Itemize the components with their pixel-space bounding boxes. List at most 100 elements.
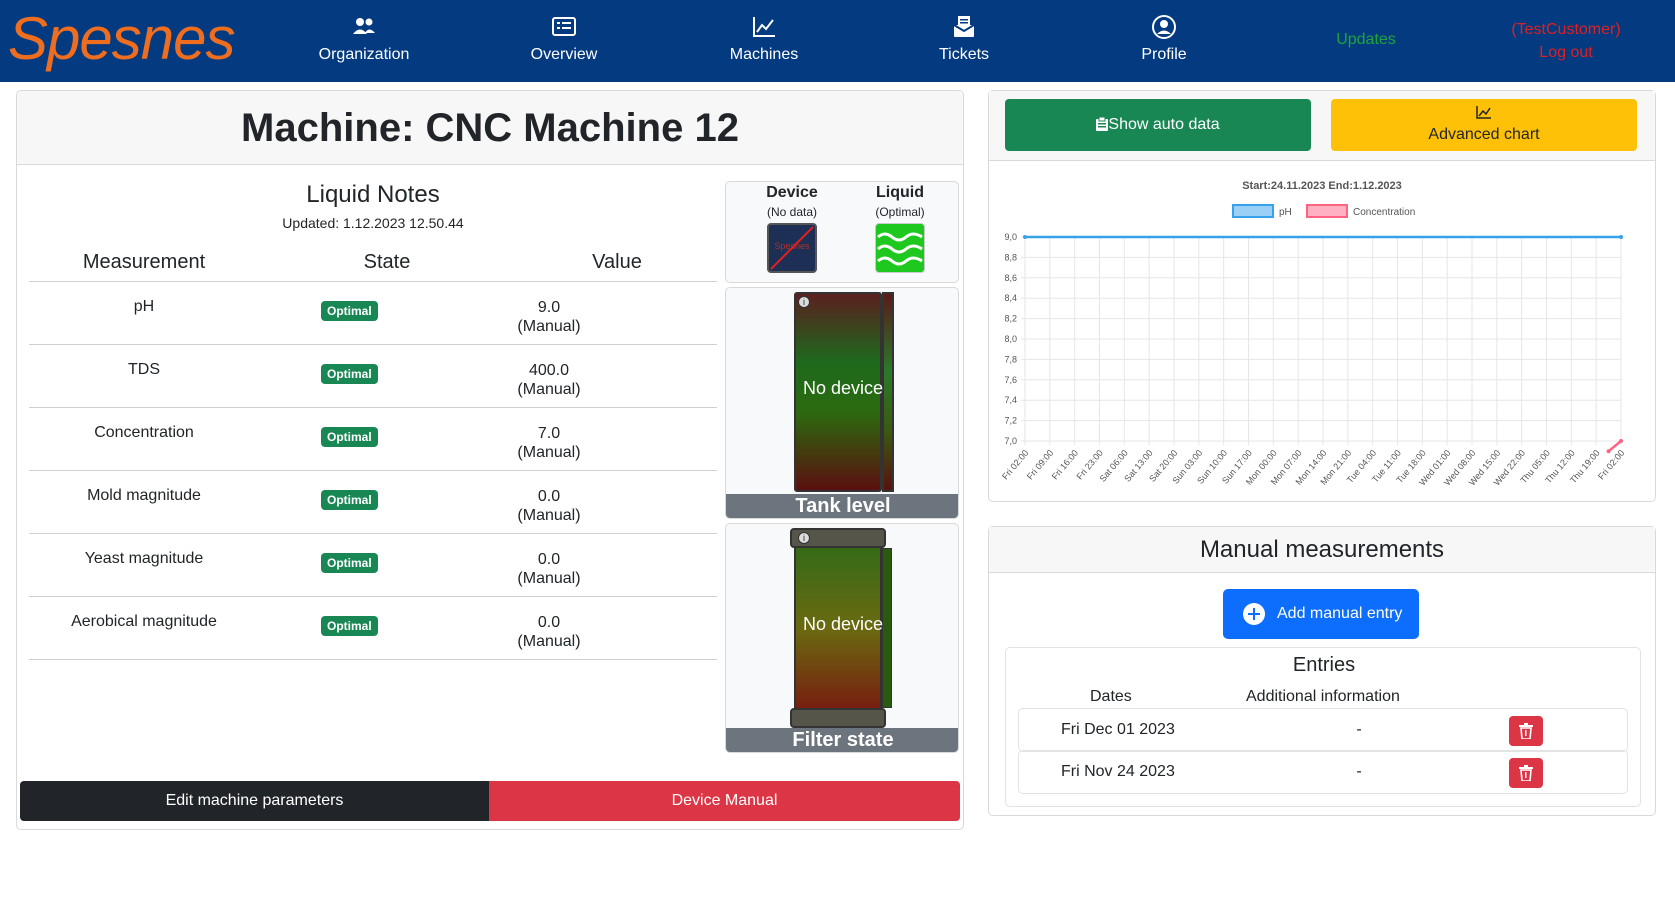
device-manual-button[interactable]: Device Manual <box>489 781 960 821</box>
col-value: Value <box>592 251 642 273</box>
tank-level-label: Tank level <box>726 494 958 518</box>
legend-swatch <box>1232 204 1274 218</box>
chart-card: Show auto data Advanced chart Start:24.1… <box>988 90 1656 502</box>
device-liquid-panel: Device (No data) Spesnes Liquid (Optimal… <box>725 181 959 283</box>
filter-state-label: Filter state <box>726 728 958 752</box>
liquid-notes-title: Liquid Notes <box>306 181 440 208</box>
logout-link[interactable]: Log out <box>1486 41 1646 64</box>
y-tick-label: 7,8 <box>1004 354 1017 364</box>
plus-circle-icon <box>1243 603 1265 625</box>
nav-tickets-label: Tickets <box>938 46 990 63</box>
status-badge: Optimal <box>321 364 378 384</box>
table-row: Mold magnitude Optimal 0.0 (Manual) <box>29 470 717 533</box>
entry-date: Fri Dec 01 2023 <box>1061 721 1175 738</box>
value-source: (Manual) <box>517 570 581 587</box>
device-state: (No data) <box>766 205 818 219</box>
measurement-value: 400.0 <box>528 362 570 379</box>
entry-row: Fri Dec 01 2023 - <box>1018 708 1628 752</box>
value-source: (Manual) <box>517 381 581 398</box>
delete-entry-button[interactable] <box>1509 716 1543 746</box>
info-icon[interactable]: i <box>798 532 810 544</box>
status-badge: Optimal <box>321 553 378 573</box>
nav-organization-label: Organization <box>318 46 410 63</box>
clipboard-icon <box>1096 116 1109 131</box>
y-tick-label: 8,0 <box>1004 334 1017 344</box>
y-tick-label: 7,2 <box>1004 416 1017 426</box>
nav-overview[interactable]: Overview <box>494 14 634 64</box>
measurement-value: 0.0 <box>537 614 561 631</box>
entry-date: Fri Nov 24 2023 <box>1061 763 1175 780</box>
entry-info: - <box>1356 763 1362 780</box>
edit-machine-parameters-button[interactable]: Edit machine parameters <box>20 781 489 821</box>
device-status: Device (No data) Spesnes <box>742 184 842 273</box>
tank-level-panel: i No device Tank level <box>725 287 959 519</box>
entries-panel: Entries Dates Additional information Fri… <box>1005 647 1641 807</box>
machine-header: Machine: CNC Machine 12 <box>17 91 963 165</box>
col-dates: Dates <box>1090 688 1132 705</box>
col-additional-info: Additional information <box>1246 688 1400 705</box>
table-row: Concentration Optimal 7.0 (Manual) <box>29 407 717 470</box>
col-measurement: Measurement <box>82 251 206 273</box>
table-divider <box>29 659 717 660</box>
device-offline-icon[interactable]: Spesnes <box>767 223 817 273</box>
line-chart-icon <box>694 14 834 40</box>
measurement-name: pH <box>133 298 155 315</box>
advanced-chart-button[interactable]: Advanced chart <box>1331 99 1637 151</box>
list-card-icon <box>494 14 634 40</box>
y-tick-label: 8,6 <box>1004 273 1017 283</box>
device-title: Device <box>766 184 818 201</box>
entries-title: Entries <box>1292 654 1356 676</box>
nav-profile-label: Profile <box>1141 46 1187 63</box>
entry-row: Fri Nov 24 2023 - <box>1018 750 1628 794</box>
y-tick-label: 8,4 <box>1004 293 1017 303</box>
status-badge: Optimal <box>321 427 378 447</box>
measurement-value: 0.0 <box>537 551 561 568</box>
table-row: Yeast magnitude Optimal 0.0 (Manual) <box>29 533 717 596</box>
y-tick-label: 8,8 <box>1004 252 1017 262</box>
page-title: Machine: CNC Machine 12 <box>241 106 739 150</box>
data-point <box>1023 235 1027 239</box>
status-badge: Optimal <box>321 616 378 636</box>
filter-no-device: No device <box>802 614 884 634</box>
measurement-name: Yeast magnitude <box>84 550 204 567</box>
nav-user-block: (TestCustomer) Log out <box>1486 18 1646 64</box>
y-tick-label: 8,2 <box>1004 314 1017 324</box>
data-point <box>1606 449 1611 454</box>
info-icon[interactable]: i <box>798 296 810 308</box>
brand-logo[interactable]: Spesnes <box>8 4 235 73</box>
show-auto-data-label: Show auto data <box>1108 116 1220 133</box>
data-point <box>1619 235 1623 239</box>
value-source: (Manual) <box>517 507 581 524</box>
top-navbar: Spesnes Organization Overview Machines T… <box>0 0 1675 82</box>
users-icon <box>294 14 434 40</box>
status-badge: Optimal <box>321 490 378 510</box>
value-source: (Manual) <box>517 444 581 461</box>
nav-machines[interactable]: Machines <box>694 14 834 64</box>
add-manual-entry-button[interactable]: Add manual entry <box>1223 589 1419 639</box>
measurement-name: Concentration <box>94 424 194 441</box>
measurement-value: 0.0 <box>537 488 561 505</box>
y-tick-label: 7,4 <box>1004 395 1017 405</box>
show-auto-data-button[interactable]: Show auto data <box>1005 99 1311 151</box>
updated-timestamp: Updated: 1.12.2023 12.50.44 <box>282 215 464 231</box>
nav-organization[interactable]: Organization <box>294 14 434 64</box>
value-source: (Manual) <box>517 633 581 650</box>
legend-label: Concentration <box>1353 207 1415 218</box>
y-tick-label: 7,6 <box>1004 375 1017 385</box>
ticket-icon <box>894 14 1034 40</box>
entry-info: - <box>1356 721 1362 738</box>
liquid-wave-icon[interactable] <box>875 223 925 273</box>
nav-profile[interactable]: Profile <box>1094 14 1234 64</box>
value-source: (Manual) <box>517 318 581 335</box>
nav-overview-label: Overview <box>530 46 598 63</box>
chart-title: Start:24.11.2023 End:1.12.2023 <box>1242 180 1402 192</box>
nav-updates-link[interactable]: Updates <box>1306 31 1426 49</box>
ph-concentration-chart[interactable]: Start:24.11.2023 End:1.12.2023 pH Concentr… <box>989 161 1655 501</box>
status-badge: Optimal <box>321 301 378 321</box>
nav-tickets[interactable]: Tickets <box>894 14 1034 64</box>
delete-entry-button[interactable] <box>1509 758 1543 788</box>
liquid-status: Liquid (Optimal) <box>850 184 950 273</box>
table-row: pH Optimal 9.0 (Manual) <box>29 281 717 344</box>
machine-card: Machine: CNC Machine 12 Liquid Notes Upd… <box>16 90 964 830</box>
nav-machines-label: Machines <box>729 46 799 63</box>
